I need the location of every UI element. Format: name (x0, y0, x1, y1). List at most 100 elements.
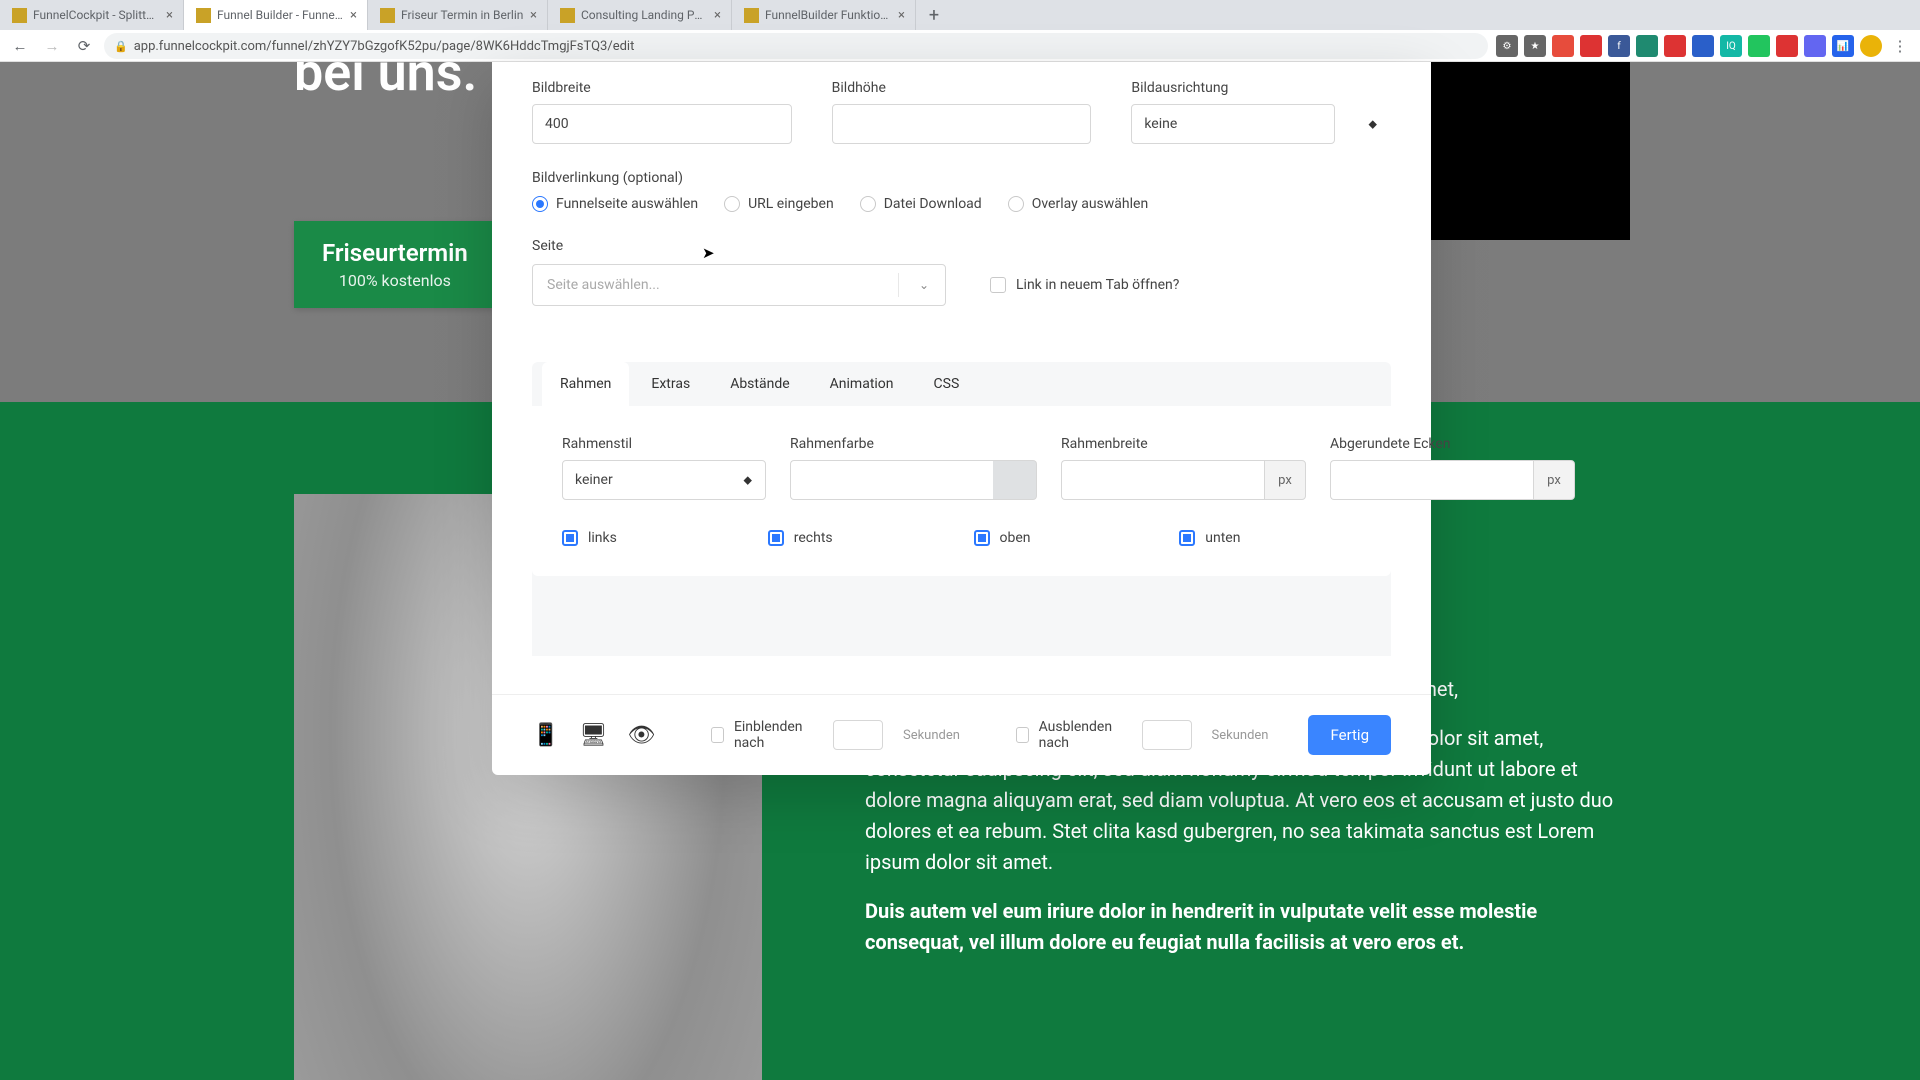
ausblenden-input[interactable] (1142, 720, 1192, 750)
ext-icon[interactable] (1804, 35, 1826, 57)
field-label: Rahmenfarbe (790, 436, 1037, 452)
field-rahmenstil: Rahmenstil ◆ (562, 436, 766, 500)
color-swatch[interactable] (993, 460, 1037, 500)
ausblenden-row[interactable]: Ausblenden nach (1016, 719, 1122, 751)
radio-icon (1008, 196, 1024, 212)
tab-abstaende[interactable]: Abstände (712, 362, 807, 406)
subtab-panel: Rahmen Extras Abstände Animation CSS Rah… (532, 362, 1391, 656)
cta-title: Friseurtermin (322, 239, 468, 267)
radio-icon (860, 196, 876, 212)
image-settings-modal: Bildbreite Bildhöhe Bildausrichtung ◆ Bi… (492, 62, 1431, 775)
radio-label: Funnelseite auswählen (556, 196, 698, 212)
chevron-down-icon: ◆ (1369, 118, 1377, 131)
bildausrichtung-select[interactable] (1131, 104, 1335, 144)
url-text: app.funnelcockpit.com/funnel/zhYZY7bGzgo… (134, 39, 635, 54)
side-links[interactable]: links (562, 530, 744, 546)
bildbreite-input[interactable] (532, 104, 792, 144)
tab-animation[interactable]: Animation (812, 362, 912, 406)
ext-icon[interactable]: ⚙ (1496, 35, 1518, 57)
checkbox-icon (711, 727, 724, 743)
side-oben[interactable]: oben (974, 530, 1156, 546)
browser-tab-0[interactable]: FunnelCockpit - Splittests, Ma× (0, 0, 184, 30)
ext-icon[interactable]: 📊 (1832, 35, 1854, 57)
mobile-icon[interactable]: 📱 (532, 723, 559, 748)
radio-url[interactable]: URL eingeben (724, 196, 834, 212)
browser-tab-4[interactable]: FunnelBuilder Funktionen & El× (732, 0, 916, 30)
back-button[interactable]: ← (8, 34, 32, 58)
checkbox-icon (1016, 727, 1029, 743)
checkbox-icon (562, 530, 578, 546)
ext-icon[interactable] (1636, 35, 1658, 57)
close-icon[interactable]: × (714, 8, 721, 23)
ext-icon[interactable] (1776, 35, 1798, 57)
field-label: Seite (532, 238, 1391, 254)
radio-overlay[interactable]: Overlay auswählen (1008, 196, 1148, 212)
checkbox-label: Link in neuem Tab öffnen? (1016, 277, 1179, 293)
tab-extras[interactable]: Extras (633, 362, 708, 406)
browser-tab-2[interactable]: Friseur Termin in Berlin × (368, 0, 548, 30)
ext-icon[interactable]: f (1608, 35, 1630, 57)
cta-box[interactable]: Friseurtermin 100% kostenlos (294, 221, 496, 308)
forward-button[interactable]: → (40, 34, 64, 58)
side-unten[interactable]: unten (1179, 530, 1361, 546)
fertig-button[interactable]: Fertig (1308, 715, 1391, 755)
radio-datei[interactable]: Datei Download (860, 196, 982, 212)
ext-icon[interactable]: ★ (1524, 35, 1546, 57)
checkbox-icon (768, 530, 784, 546)
field-rahmenbreite: Rahmenbreite px (1061, 436, 1306, 500)
newtab-checkbox-row[interactable]: Link in neuem Tab öffnen? (990, 277, 1179, 293)
desktop-icon[interactable]: 🖥 (579, 723, 607, 748)
rahmenbreite-input[interactable] (1061, 460, 1264, 500)
tab-title: Consulting Landing Page (581, 8, 708, 22)
border-sides: links rechts oben unten (562, 530, 1361, 546)
seite-select[interactable]: Seite auswählen... ⌄ (532, 264, 946, 306)
ext-icon[interactable] (1552, 35, 1574, 57)
close-icon[interactable]: × (898, 8, 905, 23)
einblenden-row[interactable]: Einblenden nach (711, 719, 813, 751)
browser-tab-1[interactable]: Funnel Builder - FunnelCockpit× (184, 0, 368, 30)
einblenden-input[interactable] (833, 720, 883, 750)
ext-icon[interactable] (1580, 35, 1602, 57)
close-icon[interactable]: × (530, 8, 537, 23)
radio-label: Datei Download (884, 196, 982, 212)
reload-button[interactable]: ⟳ (72, 34, 96, 58)
tab-title: Friseur Termin in Berlin (401, 8, 524, 22)
close-icon[interactable]: × (350, 8, 357, 23)
divider (898, 273, 899, 297)
radio-funnelseite[interactable]: Funnelseite auswählen (532, 196, 698, 212)
unit-label: px (1264, 460, 1306, 500)
subtabs: Rahmen Extras Abstände Animation CSS (532, 362, 1391, 406)
rahmenstil-select[interactable] (562, 460, 766, 500)
ext-icon[interactable] (1748, 35, 1770, 57)
address-bar[interactable]: 🔒 app.funnelcockpit.com/funnel/zhYZY7bGz… (104, 33, 1488, 59)
menu-icon[interactable]: ⋮ (1888, 34, 1912, 58)
bildhoehe-input[interactable] (832, 104, 1092, 144)
extension-icons: ⚙ ★ f IQ 📊 ⋮ (1496, 34, 1912, 58)
side-label: unten (1205, 530, 1240, 546)
ext-icon[interactable] (1664, 35, 1686, 57)
close-icon[interactable]: × (166, 8, 173, 23)
field-bildausrichtung: Bildausrichtung ◆ (1131, 80, 1391, 144)
favicon-icon (12, 8, 27, 23)
tab-css[interactable]: CSS (916, 362, 978, 406)
side-rechts[interactable]: rechts (768, 530, 950, 546)
tab-rahmen[interactable]: Rahmen (542, 362, 629, 406)
field-label: Abgerundete Ecken (1330, 436, 1575, 452)
radius-input[interactable] (1330, 460, 1533, 500)
link-type-radios: Funnelseite auswählen URL eingeben Datei… (532, 196, 1391, 212)
new-tab-button[interactable]: + (916, 0, 952, 30)
browser-tab-3[interactable]: Consulting Landing Page × (548, 0, 732, 30)
checkbox-icon (974, 530, 990, 546)
browser-chrome: FunnelCockpit - Splittests, Ma× Funnel B… (0, 0, 1920, 62)
field-bildhoehe: Bildhöhe (832, 80, 1092, 144)
rahmenfarbe-input[interactable] (790, 460, 993, 500)
unit-label: Sekunden (903, 728, 960, 743)
avatar[interactable] (1860, 35, 1882, 57)
field-label: Bildbreite (532, 80, 792, 96)
eye-icon[interactable]: 👁 (627, 723, 655, 748)
ext-icon[interactable] (1692, 35, 1714, 57)
ext-icon[interactable]: IQ (1720, 35, 1742, 57)
video-placeholder (1430, 62, 1630, 240)
field-label: Bildausrichtung (1131, 80, 1391, 96)
side-label: oben (1000, 530, 1031, 546)
